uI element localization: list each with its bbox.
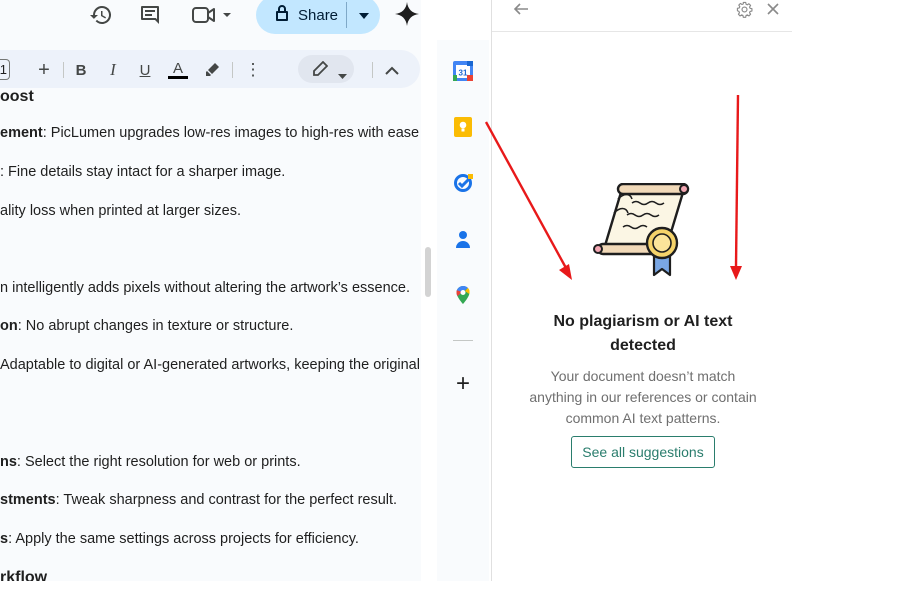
increase-font-size-button[interactable]: +	[33, 59, 55, 81]
result-description: Your document doesn’t match anything in …	[529, 368, 757, 426]
text-color-swatch	[168, 76, 188, 79]
underline-button[interactable]: U	[134, 59, 156, 81]
google-tasks-icon[interactable]	[452, 172, 474, 194]
share-label: Share	[298, 6, 339, 24]
certificate-scroll-illustration	[592, 182, 696, 279]
see-all-suggestions-button[interactable]: See all suggestions	[571, 436, 715, 468]
formatting-toolbar: 11 + B I U A ⋮	[0, 50, 420, 88]
document-line: ns: Select the right resolution for web …	[0, 454, 301, 470]
document-heading: rkflow	[0, 569, 48, 581]
panel-header	[492, 0, 792, 32]
apps-divider	[453, 340, 473, 341]
document-heading: oost	[0, 88, 34, 105]
document-line: ality loss when printed at larger sizes.	[0, 203, 241, 219]
comment-icon[interactable]	[137, 2, 163, 28]
lock-icon	[274, 4, 290, 27]
pencil-icon	[312, 60, 329, 82]
highlight-pen-icon[interactable]	[201, 59, 223, 81]
document-line: n intelligently adds pixels without alte…	[0, 280, 410, 296]
close-icon[interactable]	[763, 0, 783, 18]
get-add-ons-button[interactable]: +	[452, 370, 474, 397]
result-title: No plagiarism or AI text detected	[553, 313, 733, 354]
docs-top-bar: Share E	[0, 0, 421, 34]
more-options-button[interactable]: ⋮	[242, 59, 264, 81]
collapse-toolbar-icon[interactable]	[381, 59, 403, 81]
gear-icon[interactable]	[734, 0, 754, 18]
share-button[interactable]: Share	[256, 0, 380, 34]
text-color-letter: A	[172, 60, 183, 77]
sparkle-icon[interactable]	[394, 1, 420, 27]
italic-button[interactable]: I	[102, 59, 124, 81]
document-scrollbar-thumb[interactable]	[425, 247, 431, 297]
font-size-value: 11	[0, 62, 7, 77]
toolbar-divider	[232, 62, 233, 78]
toolbar-divider	[63, 62, 64, 78]
google-contacts-icon[interactable]	[452, 228, 474, 250]
document-line: s: Apply the same settings across projec…	[0, 531, 359, 547]
google-calendar-icon[interactable]: 31	[452, 60, 474, 82]
editing-mode-selector[interactable]	[298, 55, 354, 83]
video-camera-icon[interactable]	[190, 2, 234, 28]
caret-down-icon	[358, 6, 369, 24]
caret-down-icon	[338, 66, 347, 84]
share-main-button[interactable]: Share	[256, 0, 346, 34]
document-line: stments: Tweak sharpness and contrast fo…	[0, 492, 398, 508]
document-area: Share E 11 + B I U A ⋮	[0, 0, 421, 581]
document-line: ement: PicLumen upgrades low-res images …	[0, 125, 420, 141]
share-options-button[interactable]	[347, 0, 380, 34]
history-icon[interactable]	[88, 2, 114, 28]
google-keep-icon[interactable]	[452, 116, 474, 138]
plagiarism-checker-panel: No plagiarism or AI text detected Your d…	[491, 0, 792, 581]
text-color-button[interactable]: A	[167, 59, 189, 81]
side-apps-panel: 31 +	[437, 40, 489, 581]
calendar-day: 31	[459, 69, 468, 78]
document-line: : Fine details stay intact for a sharper…	[0, 164, 286, 180]
font-size-field[interactable]: 11	[0, 59, 10, 80]
back-arrow-icon[interactable]	[511, 0, 531, 18]
toolbar-divider	[372, 62, 373, 78]
document-line: Adaptable to digital or AI-generated art…	[0, 357, 420, 373]
google-maps-icon[interactable]	[452, 284, 474, 306]
bold-button[interactable]: B	[70, 59, 92, 81]
document-line: on: No abrupt changes in texture or stru…	[0, 318, 294, 334]
